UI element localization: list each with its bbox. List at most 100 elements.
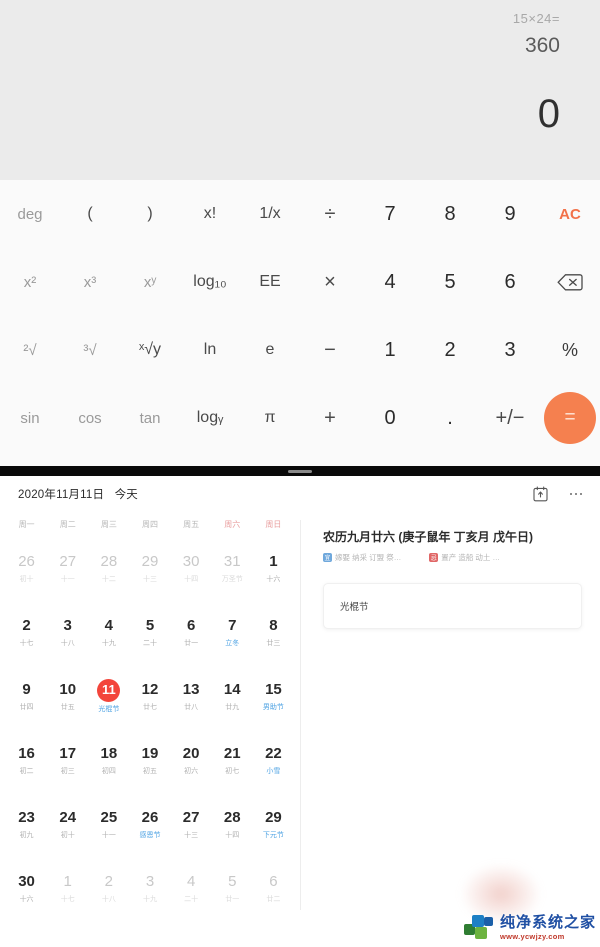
day-cell[interactable]: 29 十三 xyxy=(129,536,170,600)
day-cell[interactable]: 4 十九 xyxy=(88,600,129,664)
day-cell[interactable]: 30 十四 xyxy=(171,536,212,600)
key-factorial[interactable]: x! xyxy=(180,180,240,248)
calendar-today-icon[interactable] xyxy=(530,484,550,504)
watermark-text: 纯净系统之家 www.ycwjzy.com xyxy=(500,915,596,941)
key-nine[interactable]: 9 xyxy=(480,180,540,248)
day-number: 1 xyxy=(63,873,72,890)
key-equals[interactable]: = xyxy=(544,392,596,444)
day-cell[interactable]: 19 初五 xyxy=(129,728,170,792)
day-cell[interactable]: 6 廿二 xyxy=(253,856,294,920)
calendar-title-group: 2020年11月11日 今天 xyxy=(18,486,138,502)
key-two[interactable]: 2 xyxy=(420,316,480,384)
day-number: 21 xyxy=(223,745,241,762)
day-number: 14 xyxy=(223,681,241,698)
event-card[interactable]: 光棍节 xyxy=(323,583,582,629)
day-cell[interactable]: 2 十八 xyxy=(88,856,129,920)
key-decimal-point[interactable]: . xyxy=(420,384,480,452)
day-cell[interactable]: 25 十一 xyxy=(88,792,129,856)
key-cube[interactable]: x³ xyxy=(60,248,120,316)
key-reciprocal[interactable]: 1/x xyxy=(240,180,300,248)
key-euler-number[interactable]: e xyxy=(240,316,300,384)
more-options-icon[interactable] xyxy=(566,484,586,504)
split-screen-divider[interactable] xyxy=(0,466,600,476)
key-plus[interactable]: + xyxy=(300,384,360,452)
day-cell-selected-today[interactable]: 11 光棍节 xyxy=(88,664,129,728)
key-square-root[interactable]: ²√ xyxy=(0,316,60,384)
day-cell[interactable]: 8 廿三 xyxy=(253,600,294,664)
day-cell[interactable]: 27 十一 xyxy=(47,536,88,600)
key-sign-toggle[interactable]: +/− xyxy=(480,384,540,452)
key-seven[interactable]: 7 xyxy=(360,180,420,248)
key-close-paren[interactable]: ) xyxy=(120,180,180,248)
key-multiply[interactable]: × xyxy=(300,248,360,316)
day-cell[interactable]: 29 下元节 xyxy=(253,792,294,856)
key-five[interactable]: 5 xyxy=(420,248,480,316)
day-cell[interactable]: 13 廿八 xyxy=(171,664,212,728)
day-cell[interactable]: 10 廿五 xyxy=(47,664,88,728)
day-cell[interactable]: 17 初三 xyxy=(47,728,88,792)
calculator-row-2: x² x³ xʸ log₁₀ EE × 4 5 6 xyxy=(0,248,600,316)
key-pi[interactable]: π xyxy=(240,384,300,452)
key-minus[interactable]: − xyxy=(300,316,360,384)
key-three[interactable]: 3 xyxy=(480,316,540,384)
calendar-today-label: 今天 xyxy=(114,489,138,501)
key-exponent[interactable]: EE xyxy=(240,248,300,316)
day-cell[interactable]: 26 感恩节 xyxy=(129,792,170,856)
day-cell[interactable]: 3 十九 xyxy=(129,856,170,920)
day-cell[interactable]: 22 小雪 xyxy=(253,728,294,792)
day-cell[interactable]: 28 十二 xyxy=(88,536,129,600)
key-sine[interactable]: sin xyxy=(0,384,60,452)
day-cell[interactable]: 31 万圣节 xyxy=(212,536,253,600)
day-cell[interactable]: 27 十三 xyxy=(171,792,212,856)
day-lunar: 十八 xyxy=(60,640,75,647)
key-power[interactable]: xʸ xyxy=(120,248,180,316)
day-cell[interactable]: 1 十七 xyxy=(47,856,88,920)
day-cell[interactable]: 6 廿一 xyxy=(171,600,212,664)
key-log10[interactable]: log₁₀ xyxy=(180,248,240,316)
key-log-base-y[interactable]: logᵧ xyxy=(180,384,240,452)
day-cell[interactable]: 28 十四 xyxy=(212,792,253,856)
key-percent[interactable]: % xyxy=(540,316,600,384)
key-six[interactable]: 6 xyxy=(480,248,540,316)
day-cell[interactable]: 14 廿九 xyxy=(212,664,253,728)
key-divide[interactable]: ÷ xyxy=(300,180,360,248)
key-all-clear[interactable]: AC xyxy=(540,180,600,248)
day-number: 22 xyxy=(265,745,282,762)
day-cell[interactable]: 18 初四 xyxy=(88,728,129,792)
key-one[interactable]: 1 xyxy=(360,316,420,384)
key-square[interactable]: x² xyxy=(0,248,60,316)
day-cell[interactable]: 20 初六 xyxy=(171,728,212,792)
calculator-keypad: deg ( ) x! 1/x ÷ 7 8 9 AC x² x³ xʸ log₁₀… xyxy=(0,180,600,466)
key-zero[interactable]: 0 xyxy=(360,384,420,452)
day-cell[interactable]: 2 十七 xyxy=(6,600,47,664)
day-cell[interactable]: 26 初十 xyxy=(6,536,47,600)
key-natural-log[interactable]: ln xyxy=(180,316,240,384)
day-cell[interactable]: 16 初二 xyxy=(6,728,47,792)
day-cell[interactable]: 5 廿一 xyxy=(212,856,253,920)
day-cell[interactable]: 1 十六 xyxy=(253,536,294,600)
day-cell[interactable]: 30 十六 xyxy=(6,856,47,920)
key-open-paren[interactable]: ( xyxy=(60,180,120,248)
day-cell[interactable]: 3 十八 xyxy=(47,600,88,664)
key-deg[interactable]: deg xyxy=(0,180,60,248)
day-cell[interactable]: 12 廿七 xyxy=(129,664,170,728)
key-cube-root[interactable]: ³√ xyxy=(60,316,120,384)
day-cell[interactable]: 7 立冬 xyxy=(212,600,253,664)
day-cell[interactable]: 4 二十 xyxy=(171,856,212,920)
divider-grip-handle[interactable] xyxy=(288,469,312,473)
day-cell[interactable]: 5 二十 xyxy=(129,600,170,664)
lunar-date-title: 农历九月廿六 (庚子鼠年 丁亥月 戊午日) xyxy=(323,530,533,544)
backspace-icon[interactable] xyxy=(540,248,600,316)
key-tangent[interactable]: tan xyxy=(120,384,180,452)
key-four[interactable]: 4 xyxy=(360,248,420,316)
day-cell[interactable]: 21 初七 xyxy=(212,728,253,792)
day-cell[interactable]: 15 男助节 xyxy=(253,664,294,728)
day-cell[interactable]: 23 初九 xyxy=(6,792,47,856)
day-number: 6 xyxy=(269,873,278,890)
key-cosine[interactable]: cos xyxy=(60,384,120,452)
key-eight[interactable]: 8 xyxy=(420,180,480,248)
day-cell[interactable]: 24 初十 xyxy=(47,792,88,856)
day-cell[interactable]: 9 廿四 xyxy=(6,664,47,728)
calendar-weekday-header: 周一 周二 周三 周四 周五 周六 周日 xyxy=(6,512,294,536)
key-nth-root[interactable]: ˣ√y xyxy=(120,316,180,384)
